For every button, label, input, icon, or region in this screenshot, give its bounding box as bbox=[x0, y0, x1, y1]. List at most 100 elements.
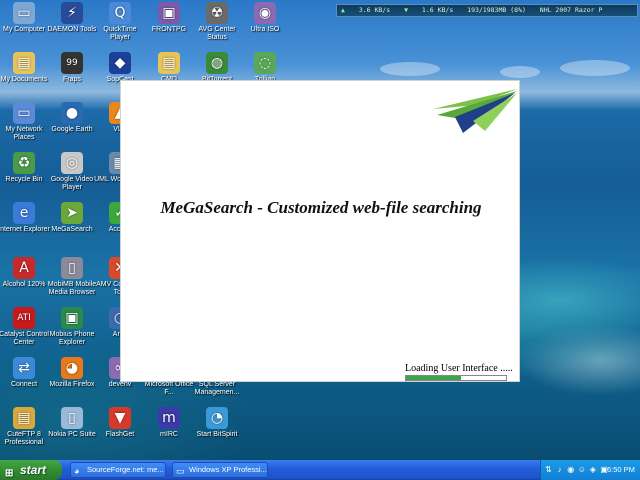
desktop-icon[interactable]: ▤ My Documents bbox=[0, 52, 50, 84]
ultraiso-icon: ◉ bbox=[254, 2, 276, 24]
progress-fill bbox=[406, 376, 461, 380]
network-tray-icon[interactable]: ⇅ bbox=[544, 460, 553, 480]
mobile-icon: ▯ bbox=[61, 257, 83, 279]
desktop-icon-label: QuickTime Player bbox=[103, 26, 137, 41]
computer-icon: ▭ bbox=[13, 2, 35, 24]
loading-status: Loading User Interface ..... bbox=[405, 363, 513, 374]
bitspirit-icon: ◔ bbox=[206, 407, 228, 429]
desktop-icon[interactable]: ▭ My Network Places bbox=[0, 102, 50, 142]
desktop-icon-label: Connect bbox=[10, 381, 38, 388]
clock: 6:50 PM bbox=[607, 465, 635, 474]
upload-rate: 3.6 KB/s bbox=[358, 6, 391, 14]
desktop-icon-label: devenv bbox=[108, 381, 132, 388]
desktop-icon-label: Alcohol 120% bbox=[2, 281, 46, 288]
desktop-icon-label: Fraps bbox=[63, 76, 81, 83]
desktop-icon-label: My Documents bbox=[0, 76, 48, 83]
desktop-icon-label: SQL Server Managemen... bbox=[194, 381, 240, 396]
window-icon: ▭ bbox=[176, 466, 185, 476]
firefox-icon: ◕ bbox=[61, 357, 83, 379]
megasearch-icon: ➤ bbox=[61, 202, 83, 224]
desktop-icon[interactable]: A Alcohol 120% bbox=[0, 257, 50, 289]
desktop-icon[interactable]: ⚡ DAEMON Tools bbox=[46, 2, 98, 34]
system-meter-bar: ▲ 3.6 KB/s ▼ 1.6 KB/s 193/1983MB (8%) NH… bbox=[336, 4, 638, 17]
desktop-icon-label: DAEMON Tools bbox=[47, 26, 97, 33]
desktop-icon-label: My Computer bbox=[2, 26, 45, 33]
volume-tray-icon[interactable]: ♪ bbox=[555, 460, 564, 480]
download-rate: 1.6 KB/s bbox=[421, 6, 454, 14]
desktop-icon-label: Internet Explorer bbox=[0, 226, 50, 233]
video-player-icon: ◎ bbox=[61, 152, 83, 174]
desktop-icon[interactable]: ♻ Recycle Bin bbox=[0, 152, 50, 184]
splash-title: MeGaSearch - Customized web-file searchi… bbox=[160, 198, 482, 217]
taskbar: ⊞ start ◕ SourceForge.net: me... ▭ Windo… bbox=[0, 460, 640, 480]
splash-window: MeGaSearch - Customized web-file searchi… bbox=[120, 80, 520, 382]
taskbar-item-windows-xp[interactable]: ▭ Windows XP Professi... bbox=[172, 462, 268, 478]
antivirus-tray-icon[interactable]: ◉ bbox=[566, 460, 575, 480]
desktop-icon[interactable]: ▤ CuteFTP 8 Professional bbox=[0, 407, 50, 447]
sopcast-icon: ◆ bbox=[109, 52, 131, 74]
desktop-icon[interactable]: ◕ Mozilla Firefox bbox=[46, 357, 98, 389]
desktop-icon-label: AVG Center Status bbox=[198, 26, 236, 41]
frontpage-icon: ▣ bbox=[158, 2, 180, 24]
desktop-icon[interactable]: Q QuickTime Player bbox=[94, 2, 146, 42]
desktop-icon-label: FlashGet bbox=[105, 431, 135, 438]
system-tray: ⇅ ♪ ◉ ☺ ◈ ▣ 6:50 PM bbox=[540, 460, 640, 480]
desktop-icon-label: Catalyst Control Center bbox=[0, 331, 49, 346]
desktop-icon[interactable]: e Internet Explorer bbox=[0, 202, 50, 234]
desktop-icon[interactable]: ➤ MeGaSearch bbox=[46, 202, 98, 234]
cuteftp-icon: ▤ bbox=[13, 407, 35, 429]
desktop-icon-label: My Network Places bbox=[5, 126, 43, 141]
desktop-icon[interactable]: ▭ My Computer bbox=[0, 2, 50, 34]
start-button[interactable]: ⊞ start bbox=[0, 460, 62, 480]
folder-icon: ▤ bbox=[158, 52, 180, 74]
taskbar-item-sourceforge[interactable]: ◕ SourceForge.net: me... bbox=[70, 462, 166, 478]
download-arrow-icon: ▼ bbox=[404, 6, 408, 14]
windows-flag-icon: ⊞ bbox=[5, 468, 14, 479]
memory-usage: 193/1983MB (8%) bbox=[467, 6, 526, 14]
desktop-icon-label: Google Earth bbox=[51, 126, 93, 133]
messenger-tray-icon[interactable]: ☺ bbox=[577, 460, 586, 480]
desktop-icon[interactable]: 99 Fraps bbox=[46, 52, 98, 84]
meter-note: NHL 2007 Razor P bbox=[539, 6, 603, 14]
desktop-icon[interactable]: ☢ AVG Center Status bbox=[191, 2, 243, 42]
megasearch-logo bbox=[433, 89, 517, 133]
desktop-icon[interactable]: ◉ Ultra ISO bbox=[239, 2, 291, 34]
desktop-icon[interactable]: ▣ FRONTPG bbox=[143, 2, 195, 34]
desktop-icon[interactable]: ◎ Google Video Player bbox=[46, 152, 98, 192]
desktop-icon[interactable]: m mIRC bbox=[143, 407, 195, 439]
alcohol-icon: A bbox=[13, 257, 35, 279]
phone-icon: ▣ bbox=[61, 307, 83, 329]
daemon-tools-icon: ⚡ bbox=[61, 2, 83, 24]
desktop-icon-label: Google Video Player bbox=[50, 176, 94, 191]
desktop-icon-label: Mozilla Firefox bbox=[49, 381, 95, 388]
desktop-icon[interactable]: ▯ Nokia PC Suite bbox=[46, 407, 98, 439]
upload-arrow-icon: ▲ bbox=[341, 6, 345, 14]
desktop-icon-label: MobiMB Mobile Media Browser bbox=[47, 281, 97, 296]
google-earth-icon: ● bbox=[61, 102, 83, 124]
quicktime-icon: Q bbox=[109, 2, 131, 24]
desktop-icon[interactable]: ATI Catalyst Control Center bbox=[0, 307, 50, 347]
firefox-icon: ◕ bbox=[74, 466, 80, 476]
avg-icon: ☢ bbox=[206, 2, 228, 24]
fraps-icon: 99 bbox=[61, 52, 83, 74]
desktop-icon-label: Start BitSpirit bbox=[196, 431, 238, 438]
desktop-icon[interactable]: ▼ FlashGet bbox=[94, 407, 146, 439]
desktop-icon-label: mIRC bbox=[160, 431, 178, 438]
shield-tray-icon[interactable]: ◈ bbox=[588, 460, 597, 480]
desktop-icon[interactable]: ▯ MobiMB Mobile Media Browser bbox=[46, 257, 98, 297]
nokia-icon: ▯ bbox=[61, 407, 83, 429]
desktop-icon[interactable]: ● Google Earth bbox=[46, 102, 98, 134]
loading-progress-bar bbox=[405, 375, 507, 381]
desktop-icon[interactable]: ▣ Mobius Phone Explorer bbox=[46, 307, 98, 347]
desktop-icon-label: MeGaSearch bbox=[51, 226, 93, 233]
desktop-icon-label: Microsoft Office F... bbox=[144, 381, 194, 396]
desktop-icon-label: Mobius Phone Explorer bbox=[49, 331, 95, 346]
internet-explorer-icon: e bbox=[13, 202, 35, 224]
mirc-icon: m bbox=[158, 407, 180, 429]
desktop-icon-label: CuteFTP 8 Professional bbox=[4, 431, 44, 446]
desktop-icon-label: Ultra ISO bbox=[250, 26, 280, 33]
desktop-icon[interactable]: ◔ Start BitSpirit bbox=[191, 407, 243, 439]
folder-icon: ▤ bbox=[13, 52, 35, 74]
desktop-icon[interactable]: ⇄ Connect bbox=[0, 357, 50, 389]
desktop-icon-label: Recycle Bin bbox=[5, 176, 43, 183]
